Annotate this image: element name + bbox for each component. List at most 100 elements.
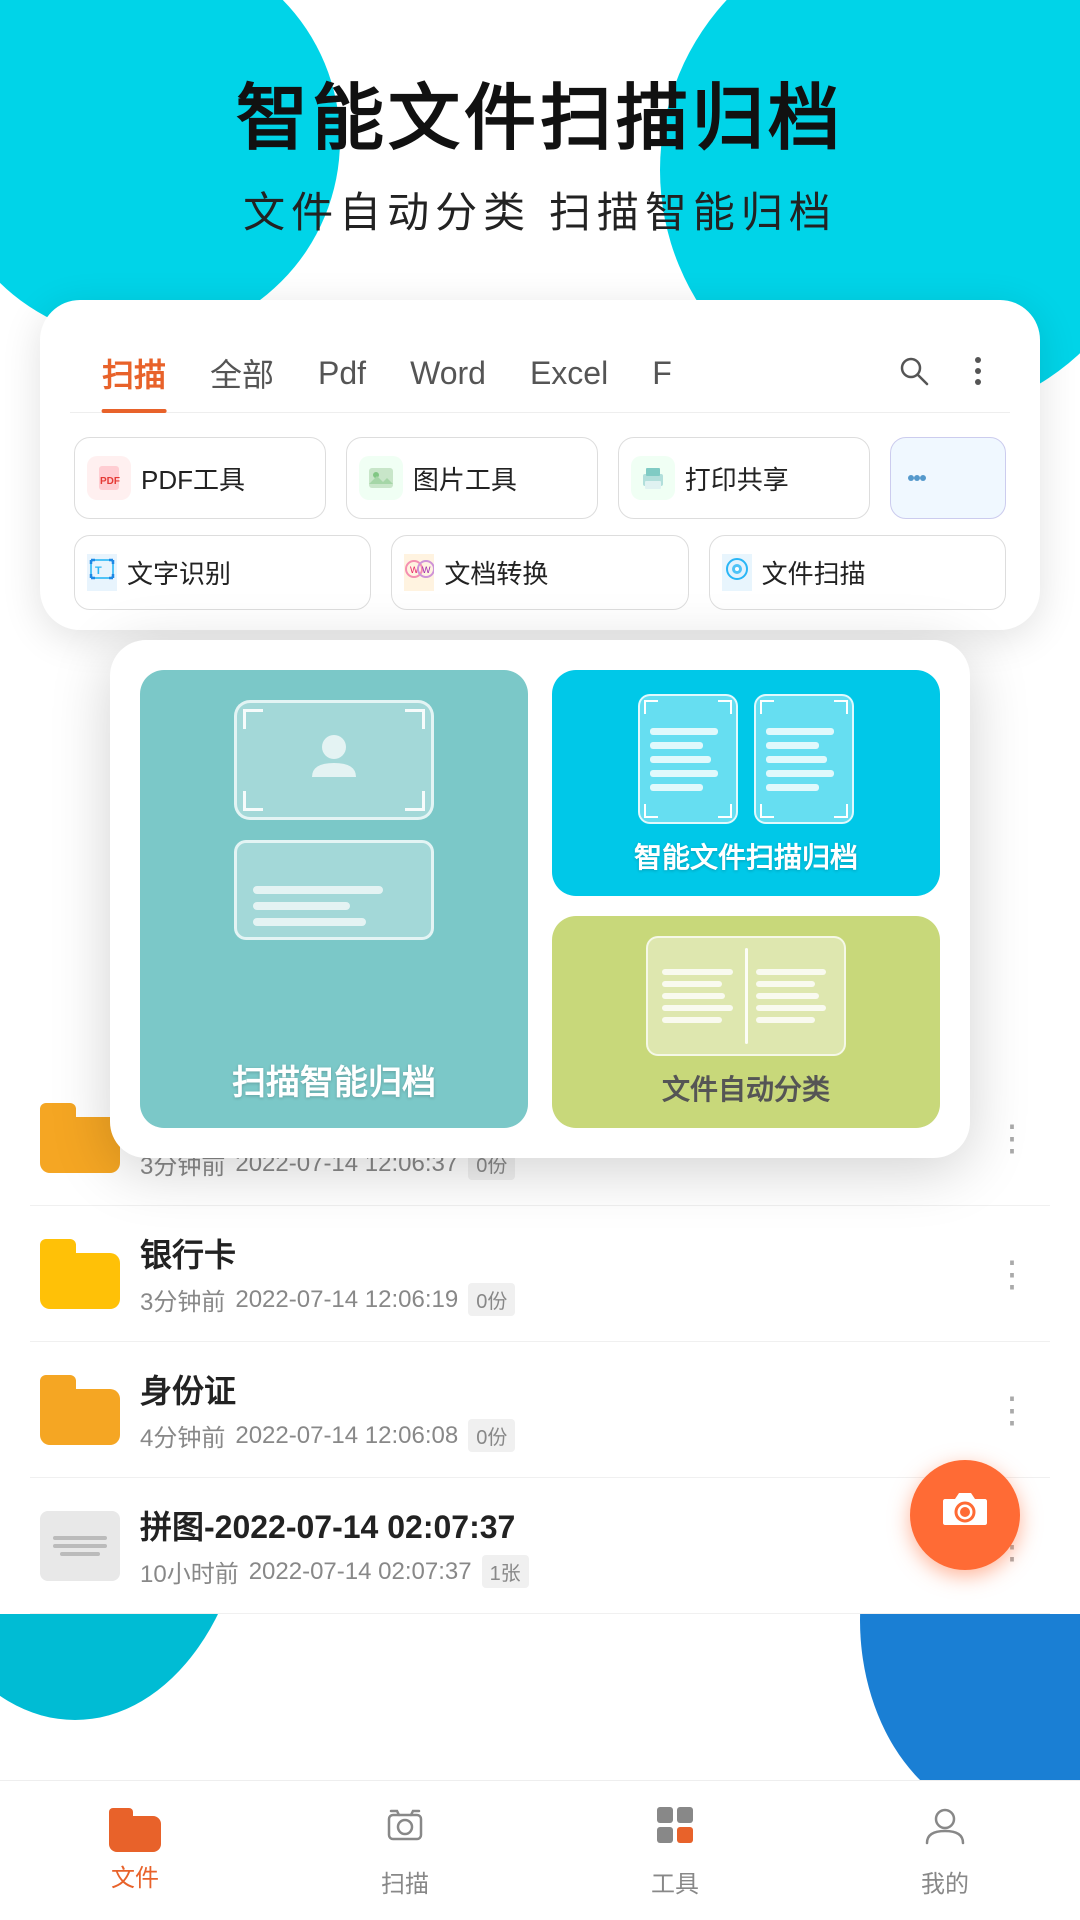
ds2-line-3 [766,756,827,763]
print-icon [631,456,675,500]
feature-classify-label: 文件自动分类 [662,1068,830,1108]
corner-tr [405,709,425,729]
filescan-icon [722,554,752,591]
scan-card-preview [234,700,434,820]
tab-word[interactable]: Word [388,345,508,408]
tab-pdf[interactable]: Pdf [296,345,388,408]
search-icon[interactable] [892,349,936,393]
more-btn-3[interactable]: ⋮ [984,1379,1040,1441]
file-meta-2: 3分钟前 2022-07-14 12:06:19 0份 [140,1282,964,1317]
more-btn-2[interactable]: ⋮ [984,1243,1040,1305]
header-subtitle: 文件自动分类 扫描智能归档 [60,179,1020,240]
file-info-3: 身份证 4分钟前 2022-07-14 12:06:08 0份 [140,1366,964,1453]
ds2-line-2 [766,742,819,749]
tab-f[interactable]: F [630,345,694,408]
nav-files-label: 文件 [111,1858,159,1893]
file-meta-3: 4分钟前 2022-07-14 12:06:08 0份 [140,1418,964,1453]
person-icon [304,725,364,796]
svg-text:T: T [95,565,102,577]
tool-filescan[interactable]: 文件扫描 [709,535,1006,610]
file-info-4: 拼图-2022-07-14 02:07:37 10小时前 2022-07-14 … [140,1502,964,1589]
nav-scan-icon [383,1803,427,1858]
doc-single-1 [638,694,738,824]
tool-image[interactable]: 图片工具 [346,437,598,519]
book-page-right [752,948,835,1044]
header-title: 智能文件扫描归档 [60,80,1020,159]
file-date-3: 2022-07-14 12:06:08 [235,1422,458,1450]
ds1-line-5 [650,784,703,791]
file-time-4: 10小时前 [140,1554,239,1589]
svg-text:PDF: PDF [100,476,120,487]
folder-icon-1 [40,1103,120,1173]
tab-bar: 扫描 全部 Pdf Word Excel F [70,330,1010,413]
feature-smart-scan-label: 智能文件扫描归档 [634,836,858,876]
ds2-line-1 [766,728,834,735]
pdf-icon: PDF [87,456,131,500]
ocr-icon: T [87,554,117,591]
ds1-corner-br [718,804,732,818]
tool-print[interactable]: 打印共享 [618,437,870,519]
nav-scan-label: 扫描 [381,1864,429,1899]
tool-convert-label: 文档转换 [444,554,548,591]
nav-mine[interactable]: 我的 [810,1781,1080,1920]
corner-br [405,791,425,811]
tools-row-2: T 文字识别 W W [70,535,1010,610]
fab-camera-button[interactable] [910,1460,1020,1570]
feature-scan-label: 扫描智能归档 [232,1055,436,1104]
file-thumb-inner-4 [40,1511,120,1581]
svg-text:W: W [422,565,431,575]
fab-camera-icon [939,1483,991,1548]
doc-single-2 [754,694,854,824]
nav-mine-label: 我的 [921,1864,969,1899]
folder-body-1 [40,1117,120,1173]
file-item-pintu[interactable]: 拼图-2022-07-14 02:07:37 10小时前 2022-07-14 … [30,1478,1050,1614]
ds2-line-4 [766,770,834,777]
tab-excel[interactable]: Excel [508,345,630,408]
corner-bl [243,791,263,811]
thumb-line-2 [53,1544,107,1548]
file-name-3: 身份证 [140,1366,964,1412]
doc-pair [638,694,854,824]
ds2-corner-br [834,804,848,818]
nav-folder-body [109,1816,161,1852]
feature-auto-classify[interactable]: 文件自动分类 [552,916,940,1128]
file-date-4: 2022-07-14 02:07:37 [249,1558,472,1586]
tool-print-label: 打印共享 [685,460,789,497]
book-preview [646,936,846,1056]
folder-icon-3 [40,1375,120,1445]
thumb-line-3 [60,1552,101,1556]
file-item-yinhangka[interactable]: 银行卡 3分钟前 2022-07-14 12:06:19 0份 ⋮ [30,1206,1050,1342]
ds1-line-2 [650,742,703,749]
nav-files[interactable]: 文件 [0,1781,270,1920]
nav-scan[interactable]: 扫描 [270,1781,540,1920]
tool-pdf[interactable]: PDF PDF工具 [74,437,326,519]
more-options-icon[interactable] [956,349,1000,393]
feature-right: 智能文件扫描归档 [552,670,940,1128]
feature-scan-archive[interactable]: 扫描智能归档 [140,670,528,1128]
file-item-shenfenzheng[interactable]: 身份证 4分钟前 2022-07-14 12:06:08 0份 ⋮ [30,1342,1050,1478]
bl1 [662,969,733,975]
bl2 [662,981,722,987]
thumb-line-1 [53,1536,107,1540]
file-meta-4: 10小时前 2022-07-14 02:07:37 1张 [140,1554,964,1589]
nav-tools[interactable]: 工具 [540,1781,810,1920]
tool-ocr-label: 文字识别 [127,554,231,591]
tab-all[interactable]: 全部 [188,340,296,412]
file-info-2: 银行卡 3分钟前 2022-07-14 12:06:19 0份 [140,1230,964,1317]
tool-convert[interactable]: W W 文档转换 [391,535,688,610]
corner-tl [243,709,263,729]
folder-body-2 [40,1253,120,1309]
bl4 [662,1005,733,1011]
ds1-corner-tl [644,700,658,714]
doc-line-3 [253,918,366,926]
tool-more[interactable] [890,437,1006,519]
feature-smart-scan[interactable]: 智能文件扫描归档 [552,670,940,896]
tool-ocr[interactable]: T 文字识别 [74,535,371,610]
ds1-line-4 [650,770,718,777]
br2 [756,981,816,987]
more-btn-1[interactable]: ⋮ [984,1107,1040,1169]
doc-preview [234,840,434,940]
tab-scan[interactable]: 扫描 [80,340,188,412]
main-app-card: 扫描 全部 Pdf Word Excel F [40,300,1040,630]
nav-tools-label: 工具 [651,1864,699,1899]
